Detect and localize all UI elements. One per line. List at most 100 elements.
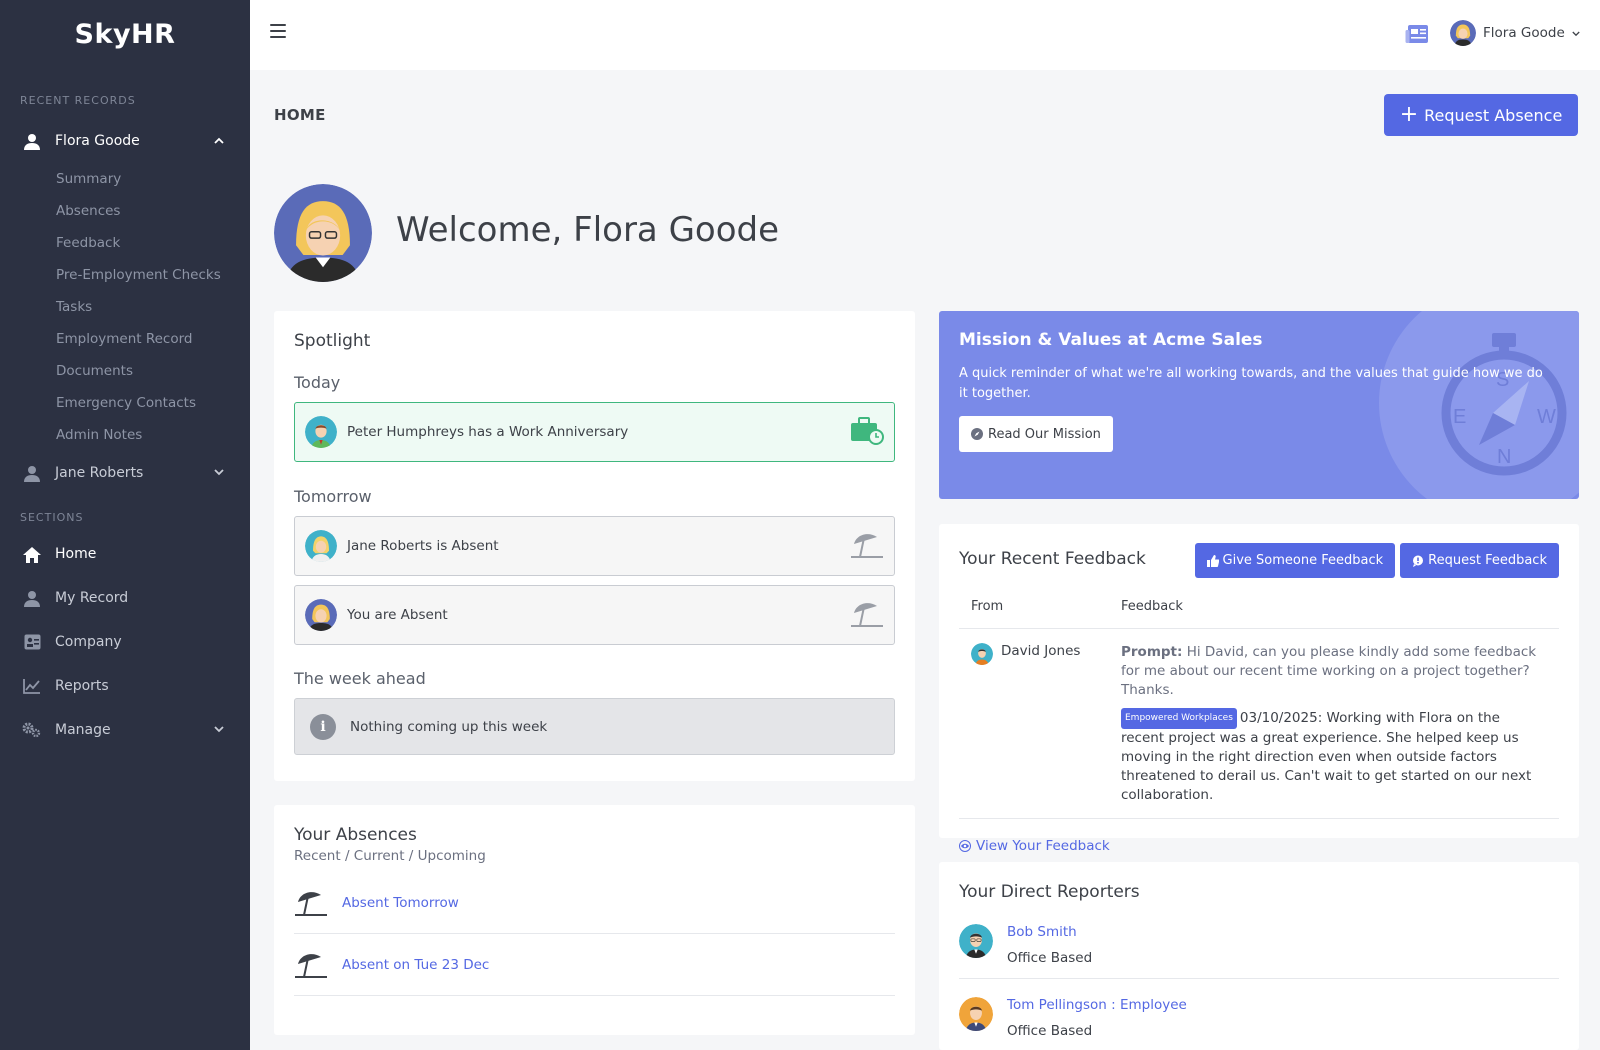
list-item[interactable]: Absent Tomorrow <box>294 872 895 934</box>
spotlight-title: Spotlight <box>294 331 371 351</box>
user-name: Flora Goode <box>1483 25 1565 41</box>
info-icon: i <box>310 713 336 740</box>
hamburger-menu-icon[interactable] <box>270 24 286 38</box>
sidebar-sub-employment-record[interactable]: Employment Record <box>0 323 250 355</box>
topbar: Flora Goode <box>250 0 1600 70</box>
sidebar-item-my-record[interactable]: My Record <box>0 576 250 620</box>
sidebar-item-home[interactable]: Home <box>0 532 250 576</box>
request-feedback-label: Request Feedback <box>1428 553 1547 568</box>
spotlight-week-text: Nothing coming up this week <box>350 718 548 735</box>
absences-title: Your Absences <box>294 825 417 845</box>
sidebar-sub-summary[interactable]: Summary <box>0 163 250 195</box>
sidebar-sub-pre-employment-checks[interactable]: Pre-Employment Checks <box>0 259 250 291</box>
chevron-down-icon <box>1572 25 1580 41</box>
beach-umbrella-icon <box>294 950 342 980</box>
sidebar-sub-feedback[interactable]: Feedback <box>0 227 250 259</box>
avatar <box>1450 20 1476 46</box>
sidebar-sub-tasks[interactable]: Tasks <box>0 291 250 323</box>
view-feedback-label: View Your Feedback <box>976 838 1110 854</box>
today-heading: Today <box>294 373 341 392</box>
user-icon <box>22 131 42 151</box>
absences-subtitle: Recent / Current / Upcoming <box>294 848 486 864</box>
column-header-feedback: Feedback <box>1121 599 1183 614</box>
give-feedback-button[interactable]: Give Someone Feedback <box>1194 543 1396 578</box>
sidebar: SkyHR RECENT RECORDS Flora Goode Summary… <box>0 0 250 1050</box>
compass-small-icon <box>971 428 983 440</box>
home-icon <box>22 544 42 564</box>
spotlight-week-item: i Nothing coming up this week <box>294 698 895 755</box>
sidebar-record-label: Jane Roberts <box>55 465 144 481</box>
sidebar-sub-admin-notes[interactable]: Admin Notes <box>0 419 250 451</box>
sidebar-sub-documents[interactable]: Documents <box>0 355 250 387</box>
chevron-up-icon <box>214 134 224 147</box>
mission-text: A quick reminder of what we're all worki… <box>959 366 1543 401</box>
sidebar-item-label: Company <box>55 634 122 650</box>
sidebar-item-company[interactable]: Company <box>0 620 250 664</box>
sidebar-sub-absences[interactable]: Absences <box>0 195 250 227</box>
list-item[interactable]: Absent on Tue 23 Dec <box>294 934 895 996</box>
beach-umbrella-icon <box>294 888 342 918</box>
sidebar-item-label: Manage <box>55 722 111 738</box>
feedback-text: Empowered Workplaces 03/10/2025: Working … <box>1121 708 1547 805</box>
feedback-card: Your Recent Feedback Give Someone Feedba… <box>939 524 1579 854</box>
spotlight-today-text: Peter Humphreys has a Work Anniversary <box>347 424 629 440</box>
absences-card: Your Absences Recent / Current / Upcomin… <box>274 805 915 1035</box>
request-absence-label: Request Absence <box>1424 105 1563 125</box>
company-card-icon <box>22 632 42 652</box>
sidebar-record-label: Flora Goode <box>55 133 140 149</box>
sidebar-item-label: Home <box>55 546 97 562</box>
avatar <box>959 997 993 1031</box>
chat-bubble-icon <box>1412 555 1424 567</box>
svg-text:E: E <box>1453 406 1466 428</box>
avatar <box>305 530 337 562</box>
sidebar-item-manage[interactable]: Manage <box>0 708 250 752</box>
recent-records-heading: RECENT RECORDS <box>20 94 136 107</box>
read-mission-button[interactable]: Read Our Mission <box>959 416 1113 452</box>
read-mission-label: Read Our Mission <box>988 426 1101 442</box>
spotlight-tomorrow-text: You are Absent <box>347 607 448 623</box>
sidebar-item-reports[interactable]: Reports <box>0 664 250 708</box>
mission-card: S N W E Mission & Values at Acme Sales A… <box>939 311 1579 499</box>
view-feedback-link[interactable]: View Your Feedback <box>959 838 1559 854</box>
welcome-heading: Welcome, Flora Goode <box>396 210 780 250</box>
sidebar-record-jane-roberts[interactable]: Jane Roberts <box>0 453 250 493</box>
spotlight-today-item[interactable]: Peter Humphreys has a Work Anniversary <box>294 402 895 462</box>
newspaper-icon[interactable] <box>1405 24 1429 44</box>
avatar <box>305 599 337 631</box>
spotlight-tomorrow-item[interactable]: Jane Roberts is Absent <box>294 516 895 576</box>
absence-link[interactable]: Absent on Tue 23 Dec <box>342 957 489 973</box>
feedback-tag-badge: Empowered Workplaces <box>1121 708 1237 729</box>
week-ahead-heading: The week ahead <box>294 669 426 688</box>
sidebar-sub-emergency-contacts[interactable]: Emergency Contacts <box>0 387 250 419</box>
chevron-down-icon <box>214 723 224 736</box>
request-absence-button[interactable]: + Request Absence <box>1384 94 1578 136</box>
user-menu[interactable]: Flora Goode <box>1450 20 1580 46</box>
prompt-text: Hi David, can you please kindly add some… <box>1121 644 1537 698</box>
plus-icon: + <box>1399 102 1419 127</box>
sidebar-record-flora-goode[interactable]: Flora Goode <box>0 121 250 161</box>
direct-reporters-card: Your Direct Reporters Bob Smith Office B… <box>939 862 1579 1050</box>
chevron-down-icon <box>214 466 224 479</box>
reporter-name-link[interactable]: Tom Pellingson : Employee <box>1007 997 1187 1013</box>
sidebar-item-label: Reports <box>55 678 109 694</box>
reporter-name-link[interactable]: Bob Smith <box>1007 924 1092 940</box>
avatar <box>971 643 993 665</box>
avatar <box>959 924 993 958</box>
reporter-location: Office Based <box>1007 1023 1093 1039</box>
svg-text:N: N <box>1497 446 1511 468</box>
direct-reporters-title: Your Direct Reporters <box>959 882 1140 902</box>
reporter-location: Office Based <box>1007 950 1093 966</box>
svg-text:W: W <box>1537 406 1556 428</box>
user-icon <box>22 588 42 608</box>
flora-goode-submenu: Summary Absences Feedback Pre-Employment… <box>0 163 250 451</box>
absence-link[interactable]: Absent Tomorrow <box>342 895 459 911</box>
brand-logo[interactable]: SkyHR <box>0 0 250 68</box>
request-feedback-button[interactable]: Request Feedback <box>1400 543 1559 578</box>
column-header-from: From <box>971 599 1004 614</box>
give-feedback-label: Give Someone Feedback <box>1222 553 1384 568</box>
spotlight-tomorrow-item[interactable]: You are Absent <box>294 585 895 645</box>
briefcase-clock-icon <box>850 416 884 450</box>
prompt-label: Prompt: <box>1121 644 1183 660</box>
beach-umbrella-icon <box>850 599 884 633</box>
table-row: David Jones Prompt: Hi David, can you pl… <box>959 629 1559 819</box>
